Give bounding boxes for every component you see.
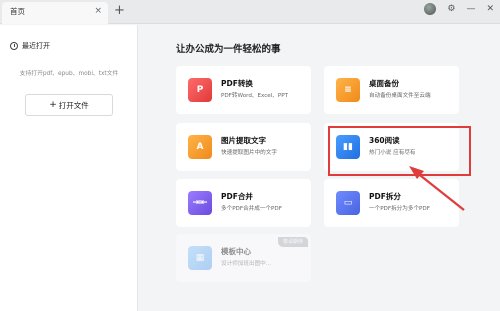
open-file-label: 打开文件 bbox=[58, 100, 89, 110]
desktop-backup-icon: ≡ bbox=[336, 78, 360, 102]
card-image-to-text[interactable]: A 图片提取文字 快速提取图片中的文字 bbox=[176, 123, 311, 171]
card-pdf-merge[interactable]: ⇥⇤ PDF合并 多个PDF合并成一个PDF bbox=[176, 179, 311, 227]
open-file-button[interactable]: + 打开文件 bbox=[25, 94, 113, 116]
tab-home[interactable]: 首页 × bbox=[2, 2, 108, 24]
minimize-icon[interactable]: — bbox=[466, 3, 475, 15]
card-pdf-split[interactable]: ▭ PDF拆分 一个PDF拆分为多个PDF bbox=[324, 179, 459, 227]
image-to-text-icon: A bbox=[188, 135, 212, 159]
card-title: PDF转换 bbox=[221, 79, 253, 88]
clock-icon bbox=[10, 42, 18, 50]
card-title: 桌面备份 bbox=[369, 79, 399, 88]
sidebar: 最近打开 支持打开pdf、epub、mobi、txt文件 + 打开文件 bbox=[0, 25, 138, 311]
pdf-convert-icon: P bbox=[188, 78, 212, 102]
settings-icon[interactable]: ⚙ bbox=[447, 3, 455, 15]
title-bar: 首页 × + ⚙ — ✕ bbox=[0, 0, 500, 24]
card-subtitle: 设计师加班出图中... bbox=[221, 261, 272, 267]
card-title: 图片提取文字 bbox=[221, 136, 266, 145]
window-controls: ⚙ — ✕ bbox=[424, 3, 494, 15]
card-title: PDF合并 bbox=[221, 192, 253, 201]
tab-close-icon[interactable]: × bbox=[94, 5, 102, 17]
coming-soon-badge: 敬请期待 bbox=[277, 237, 308, 247]
support-text: 支持打开pdf、epub、mobi、txt文件 bbox=[19, 71, 119, 77]
card-title: 模板中心 bbox=[221, 247, 251, 256]
card-subtitle: 一个PDF拆分为多个PDF bbox=[369, 206, 430, 212]
close-icon[interactable]: ✕ bbox=[486, 3, 494, 15]
avatar[interactable] bbox=[424, 3, 437, 15]
pdf-split-icon: ▭ bbox=[336, 191, 360, 215]
card-desktop-backup[interactable]: ≡ 桌面备份 自动备份桌面文件至云端 bbox=[324, 66, 459, 114]
new-tab-icon[interactable]: + bbox=[114, 3, 125, 18]
card-subtitle: 自动备份桌面文件至云端 bbox=[369, 93, 431, 99]
card-template-center: ▦ 模板中心 设计师加班出图中... 敬请期待 bbox=[176, 234, 311, 282]
pdf-merge-icon: ⇥⇤ bbox=[188, 191, 212, 215]
highlight-box bbox=[328, 126, 471, 176]
page-title: 让办公成为一件轻松的事 bbox=[176, 44, 281, 55]
recent-header: 最近打开 bbox=[10, 41, 50, 51]
card-title: PDF拆分 bbox=[369, 192, 401, 201]
tab-label: 首页 bbox=[10, 7, 25, 16]
template-icon: ▦ bbox=[188, 246, 212, 270]
card-subtitle: PDF转Word、Excel、PPT bbox=[221, 93, 289, 99]
recent-label: 最近打开 bbox=[22, 42, 50, 50]
card-subtitle: 快速提取图片中的文字 bbox=[221, 150, 277, 156]
card-subtitle: 多个PDF合并成一个PDF bbox=[221, 206, 282, 212]
plus-icon: + bbox=[49, 100, 57, 110]
card-pdf-convert[interactable]: P PDF转换 PDF转Word、Excel、PPT bbox=[176, 66, 311, 114]
